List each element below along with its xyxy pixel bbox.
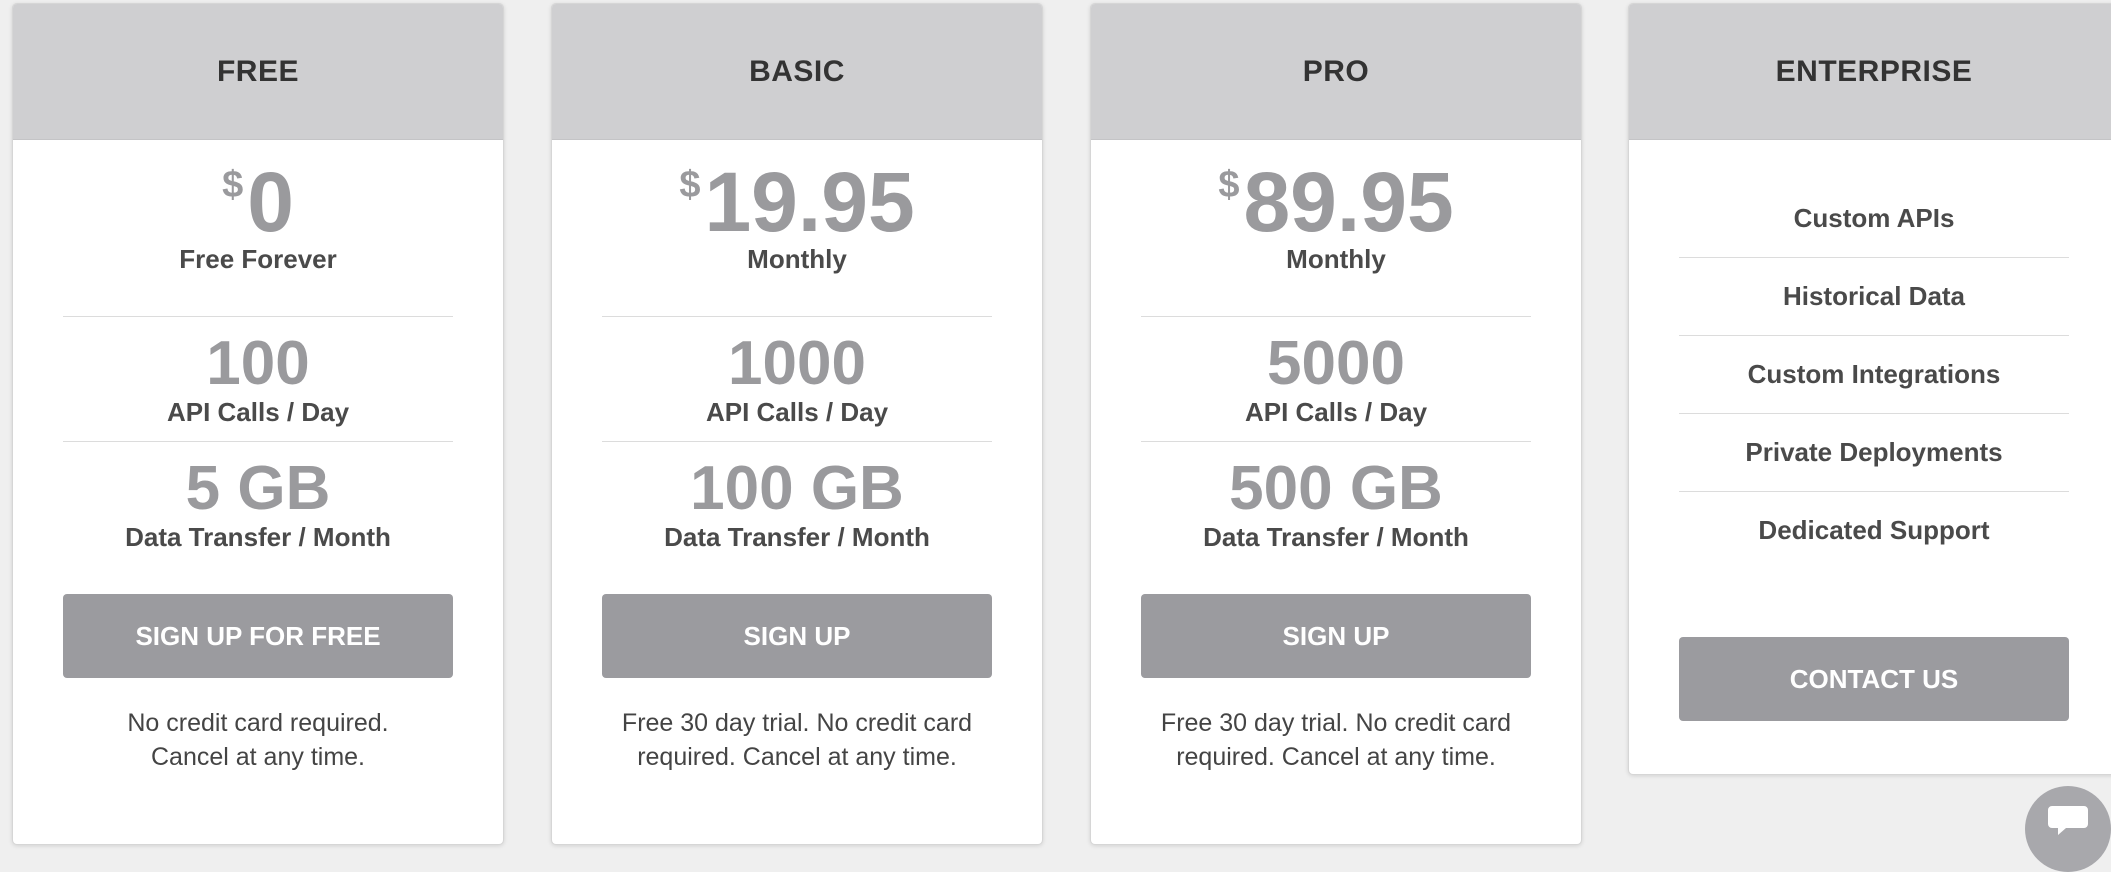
chat-widget-button[interactable] — [2025, 786, 2111, 872]
price-amount: 89.95 — [1243, 155, 1454, 249]
plan-note: No credit card required. Cancel at any t… — [63, 706, 453, 774]
feature-item: Private Deployments — [1679, 414, 2069, 492]
plan-note-line: Free 30 day trial. No credit card — [1160, 709, 1512, 737]
sign-up-basic-button[interactable]: SIGN UP — [602, 594, 992, 678]
currency-symbol: $ — [679, 164, 701, 206]
plan-card-basic: BASIC $ 19.95 Monthly 1000 API Calls / D… — [551, 3, 1043, 845]
plan-note-line: required. Cancel at any time. — [1176, 743, 1496, 771]
plan-note: Free 30 day trial. No credit card requir… — [1141, 706, 1531, 774]
feature-item: Custom Integrations — [1679, 336, 2069, 414]
plan-note-line: No credit card required. — [127, 709, 389, 737]
plan-header: BASIC — [552, 4, 1042, 140]
plan-header: PRO — [1091, 4, 1581, 140]
plan-title: BASIC — [749, 54, 845, 88]
data-transfer-value: 500 GB — [1229, 454, 1443, 523]
sign-up-free-button[interactable]: SIGN UP FOR FREE — [63, 594, 453, 678]
plan-card-enterprise: ENTERPRISE Custom APIs Historical Data C… — [1628, 3, 2111, 775]
plan-note-line: Cancel at any time. — [151, 743, 365, 771]
data-transfer-label: Data Transfer / Month — [664, 522, 930, 552]
data-transfer-label: Data Transfer / Month — [125, 522, 391, 552]
api-calls-value: 1000 — [728, 329, 866, 398]
feature-item: Historical Data — [1679, 258, 2069, 336]
plan-card-pro: PRO $ 89.95 Monthly 5000 API Calls / Day… — [1090, 3, 1582, 845]
api-calls-stat: 100 API Calls / Day — [63, 317, 453, 441]
currency-symbol: $ — [1218, 164, 1240, 206]
plan-card-free: FREE $ 0 Free Forever 100 API Calls / Da… — [12, 3, 504, 845]
price-block: $ 0 Free Forever — [63, 158, 453, 316]
data-transfer-stat: 100 GB Data Transfer / Month — [602, 442, 992, 566]
price-amount: 19.95 — [704, 155, 915, 249]
currency-symbol: $ — [222, 164, 244, 206]
price-block: $ 89.95 Monthly — [1141, 158, 1531, 316]
api-calls-value: 100 — [206, 329, 310, 398]
price-subtitle: Free Forever — [179, 244, 337, 274]
plan-note-line: Free 30 day trial. No credit card — [621, 709, 973, 737]
data-transfer-stat: 500 GB Data Transfer / Month — [1141, 442, 1531, 566]
feature-item: Dedicated Support — [1758, 515, 1990, 545]
api-calls-label: API Calls / Day — [166, 397, 350, 427]
data-transfer-value: 100 GB — [690, 454, 904, 523]
api-calls-value: 5000 — [1267, 329, 1405, 398]
plan-note-line: required. Cancel at any time. — [637, 743, 957, 771]
plan-note: Free 30 day trial. No credit card requir… — [602, 706, 992, 774]
feature-item: Custom APIs — [1679, 180, 2069, 258]
price-subtitle: Monthly — [1286, 244, 1386, 274]
chat-icon — [2046, 786, 2090, 841]
data-transfer-label: Data Transfer / Month — [1203, 522, 1469, 552]
sign-up-pro-button[interactable]: SIGN UP — [1141, 594, 1531, 678]
plan-title: ENTERPRISE — [1775, 54, 1973, 88]
api-calls-stat: 1000 API Calls / Day — [602, 317, 992, 441]
api-calls-stat: 5000 API Calls / Day — [1141, 317, 1531, 441]
price-block: $ 19.95 Monthly — [602, 158, 992, 316]
price-amount: 0 — [247, 155, 294, 249]
plan-title: PRO — [1302, 54, 1370, 88]
plan-header: FREE — [13, 4, 503, 140]
plan-title: FREE — [216, 54, 299, 88]
feature-list: Custom APIs Historical Data Custom Integ… — [1679, 180, 2069, 569]
contact-us-button[interactable]: CONTACT US — [1679, 637, 2069, 721]
data-transfer-stat: 5 GB Data Transfer / Month — [63, 442, 453, 566]
price-subtitle: Monthly — [747, 244, 847, 274]
api-calls-label: API Calls / Day — [1244, 397, 1428, 427]
plan-header: ENTERPRISE — [1629, 4, 2111, 140]
api-calls-label: API Calls / Day — [705, 397, 889, 427]
data-transfer-value: 5 GB — [185, 454, 331, 523]
